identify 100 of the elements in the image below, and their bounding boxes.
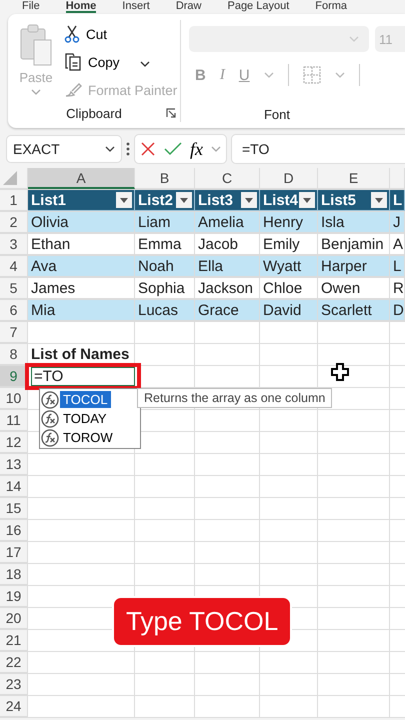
table-cell: A bbox=[390, 234, 405, 255]
row-header[interactable]: 21 bbox=[0, 630, 28, 651]
table-cell: Jacob bbox=[195, 234, 260, 255]
filter-button[interactable] bbox=[176, 192, 192, 208]
ribbon-tab[interactable]: Draw bbox=[176, 0, 202, 13]
row-header[interactable]: 17 bbox=[0, 542, 28, 563]
row-header[interactable]: 16 bbox=[0, 520, 28, 541]
column-header[interactable]: D bbox=[260, 168, 318, 189]
row-header[interactable]: 15 bbox=[0, 498, 28, 519]
cancel-button[interactable] bbox=[140, 141, 156, 157]
table-cell: Emma bbox=[135, 234, 195, 255]
row-header[interactable]: 7 bbox=[0, 322, 28, 343]
filter-button[interactable] bbox=[299, 192, 315, 208]
ribbon-tab[interactable]: Page Layout bbox=[227, 0, 290, 13]
ribbon-tab[interactable]: File bbox=[22, 0, 40, 13]
table-cell: L bbox=[390, 256, 405, 277]
filter-button[interactable] bbox=[241, 192, 257, 208]
row-header[interactable]: 11 bbox=[0, 410, 28, 431]
row-header[interactable]: 10 bbox=[0, 388, 28, 409]
name-box[interactable]: EXACT bbox=[6, 135, 122, 163]
table-cell: Owen bbox=[318, 278, 390, 299]
table-cell: Henry bbox=[260, 212, 318, 233]
group-label: Font bbox=[264, 107, 290, 122]
ribbon-tab[interactable]: Insert bbox=[122, 0, 150, 13]
filter-button[interactable] bbox=[116, 192, 132, 208]
function-suggestion[interactable]: TODAY bbox=[41, 409, 139, 428]
dropdown-arrow-icon bbox=[245, 198, 253, 202]
row-header[interactable]: 24 bbox=[0, 696, 28, 717]
row-header[interactable]: 18 bbox=[0, 564, 28, 585]
row-header[interactable]: 19 bbox=[0, 586, 28, 607]
function-icon bbox=[41, 410, 59, 428]
table-cell: Noah bbox=[135, 256, 195, 277]
table-cell: Scarlett bbox=[318, 300, 390, 321]
table-cell: Isla bbox=[318, 212, 390, 233]
cut-button[interactable]: Cut bbox=[64, 22, 178, 46]
table-cell: Lucas bbox=[135, 300, 195, 321]
dropdown-arrow-icon bbox=[375, 198, 383, 202]
cell-editor[interactable]: =TO bbox=[31, 367, 135, 386]
header-text: L bbox=[393, 192, 402, 208]
table-cell: Wyatt bbox=[260, 256, 318, 277]
table-cell: Grace bbox=[195, 300, 260, 321]
filter-button[interactable] bbox=[371, 192, 387, 208]
row-header[interactable]: 13 bbox=[0, 454, 28, 475]
table-cell: David bbox=[260, 300, 318, 321]
table-cell: D bbox=[390, 300, 405, 321]
row-header[interactable]: 6 bbox=[0, 300, 28, 321]
enter-button[interactable] bbox=[164, 142, 182, 156]
header-text: List4 bbox=[263, 192, 298, 208]
row-header[interactable]: 3 bbox=[0, 234, 28, 255]
table-cell: James bbox=[28, 278, 135, 299]
row-header[interactable]: 8 bbox=[0, 344, 28, 365]
header-text: List3 bbox=[198, 192, 234, 208]
copy-button[interactable]: Copy bbox=[64, 50, 178, 74]
ribbon-tab[interactable]: Forma bbox=[315, 0, 348, 13]
chevron-down-icon bbox=[105, 146, 115, 152]
function-icon bbox=[41, 428, 59, 446]
clipboard-icon bbox=[19, 24, 53, 66]
header-text: List5 bbox=[321, 192, 356, 208]
table-cell: Liam bbox=[135, 212, 195, 233]
chevron-down-icon bbox=[211, 146, 221, 152]
row-header[interactable]: 12 bbox=[0, 432, 28, 453]
column-header[interactable]: E bbox=[318, 168, 390, 189]
table-cell: List of Names bbox=[28, 344, 135, 365]
column-header[interactable]: B bbox=[135, 168, 195, 189]
table-cell: Sophia bbox=[135, 278, 195, 299]
row-header[interactable]: 23 bbox=[0, 674, 28, 695]
function-suggestion[interactable]: TOROW bbox=[41, 428, 139, 447]
row-header[interactable]: 5 bbox=[0, 278, 28, 299]
table-cell: Ella bbox=[195, 256, 260, 277]
table-cell: Ava bbox=[28, 256, 135, 277]
copy-icon bbox=[64, 53, 82, 71]
row-header[interactable]: 1 bbox=[0, 190, 28, 211]
column-header[interactable]: A bbox=[28, 168, 135, 189]
scissors-icon bbox=[64, 25, 80, 43]
tooltip: Returns the array as one column bbox=[137, 388, 332, 408]
formula-field[interactable]: =TO bbox=[231, 134, 405, 164]
table-cell: Harper bbox=[318, 256, 390, 277]
header-text: List2 bbox=[138, 192, 174, 208]
chevron-down-icon bbox=[349, 36, 359, 42]
paintbrush-icon bbox=[64, 82, 82, 98]
row-header[interactable]: 22 bbox=[0, 652, 28, 673]
chevron-down-icon bbox=[264, 72, 274, 78]
column-header[interactable]: C bbox=[195, 168, 260, 189]
row-header[interactable]: 14 bbox=[0, 476, 28, 497]
table-cell: Emily bbox=[260, 234, 318, 255]
more-options-icon[interactable] bbox=[126, 142, 130, 156]
cursor-icon bbox=[331, 363, 349, 381]
function-suggestion[interactable]: TOCOL bbox=[41, 390, 139, 409]
table-cell: Olivia bbox=[28, 212, 135, 233]
table-cell: J bbox=[390, 212, 405, 233]
row-header[interactable]: 20 bbox=[0, 608, 28, 629]
table-cell: Jackson bbox=[195, 278, 260, 299]
table-cell: Ethan bbox=[28, 234, 135, 255]
header-text: List1 bbox=[31, 192, 66, 208]
insert-function-button[interactable]: fx bbox=[190, 138, 203, 160]
dropdown-arrow-icon bbox=[303, 198, 311, 202]
dialog-launcher-icon[interactable] bbox=[166, 108, 176, 118]
row-header[interactable]: 4 bbox=[0, 256, 28, 277]
row-header[interactable]: 2 bbox=[0, 212, 28, 233]
table-cell: Amelia bbox=[195, 212, 260, 233]
